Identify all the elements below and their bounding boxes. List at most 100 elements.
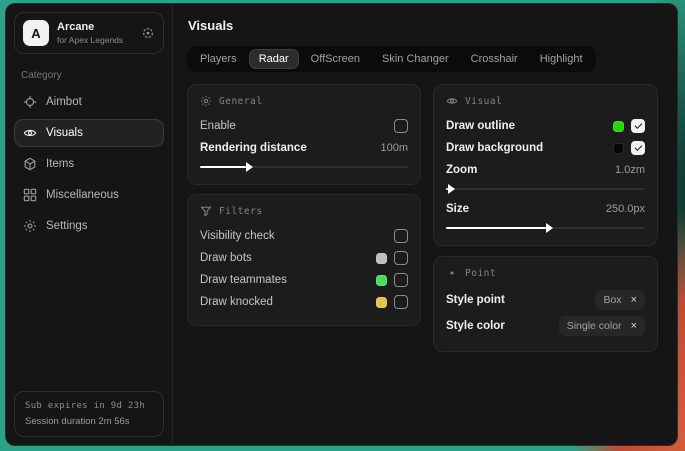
sidebar-item-label: Settings (46, 220, 88, 232)
draw-teammates-color-swatch[interactable] (376, 275, 387, 286)
size-label: Size (446, 203, 469, 215)
rendering-distance-slider[interactable] (200, 162, 408, 172)
sidebar: A Arcane for Apex Legends Category Aimbo… (6, 4, 173, 445)
draw-background-color-swatch[interactable] (613, 143, 624, 154)
app-window: A Arcane for Apex Legends Category Aimbo… (5, 3, 678, 446)
close-icon[interactable]: × (631, 295, 637, 306)
visual-section-title: Visual (465, 96, 502, 107)
filters-card: Filters Visibility check Draw bots (187, 194, 421, 326)
slider-fill-and-thumb[interactable] (446, 227, 546, 229)
rendering-distance-value: 100m (380, 142, 408, 154)
draw-outline-color-swatch[interactable] (613, 121, 624, 132)
draw-background-checkbox[interactable] (631, 141, 645, 155)
draw-bots-label: Draw bots (200, 252, 252, 264)
visibility-check-label: Visibility check (200, 230, 275, 242)
crosshair-icon (23, 95, 37, 109)
draw-bots-color-swatch[interactable] (376, 253, 387, 264)
draw-knocked-color-swatch[interactable] (376, 297, 387, 308)
main-panel: Visuals Players Radar OffScreen Skin Cha… (173, 4, 677, 445)
draw-bots-checkbox[interactable] (394, 251, 408, 265)
style-point-row: Style point Box × (446, 287, 645, 313)
eye-icon (23, 126, 37, 140)
point-icon (446, 267, 458, 279)
tab-players[interactable]: Players (190, 49, 247, 69)
visual-card-header: Visual (446, 95, 645, 107)
target-icon[interactable] (141, 26, 155, 40)
draw-outline-row: Draw outline (446, 115, 645, 137)
sidebar-header: A Arcane for Apex Legends (14, 12, 164, 54)
app-logo: A (23, 20, 49, 46)
enable-checkbox[interactable] (394, 119, 408, 133)
funnel-icon (200, 205, 212, 217)
visibility-check-row: Visibility check (200, 225, 408, 247)
enable-row: Enable (200, 115, 408, 137)
style-point-label: Style point (446, 294, 505, 306)
filters-section-title: Filters (219, 206, 263, 217)
sidebar-item-label: Aimbot (46, 96, 82, 108)
session-duration-text: Session duration 2m 56s (25, 416, 153, 427)
zoom-value: 1.0zm (615, 164, 645, 176)
sidebar-item-settings[interactable]: Settings (14, 212, 164, 240)
sidebar-item-items[interactable]: Items (14, 150, 164, 178)
size-slider[interactable] (446, 223, 645, 233)
app-subtitle: for Apex Legends (57, 35, 123, 46)
sidebar-item-visuals[interactable]: Visuals (14, 119, 164, 147)
sub-expires-text: Sub expires in 9d 23h (25, 401, 153, 411)
general-section-title: General (219, 96, 263, 107)
style-color-chip-label: Single color (567, 320, 622, 332)
zoom-row: Zoom 1.0zm (446, 159, 645, 181)
box-icon (23, 157, 37, 171)
tab-offscreen[interactable]: OffScreen (301, 49, 370, 69)
sidebar-item-label: Miscellaneous (46, 189, 119, 201)
style-point-chip-label: Box (603, 294, 621, 306)
sidebar-item-aimbot[interactable]: Aimbot (14, 88, 164, 116)
tab-skin-changer[interactable]: Skin Changer (372, 49, 459, 69)
draw-teammates-checkbox[interactable] (394, 273, 408, 287)
point-section-title: Point (465, 268, 496, 279)
draw-knocked-checkbox[interactable] (394, 295, 408, 309)
draw-background-row: Draw background (446, 137, 645, 159)
style-color-label: Style color (446, 320, 505, 332)
slider-track (446, 188, 645, 190)
size-value: 250.0px (606, 203, 645, 215)
draw-knocked-label: Draw knocked (200, 296, 273, 308)
style-color-row: Style color Single color × (446, 313, 645, 339)
style-color-chip[interactable]: Single color × (559, 316, 645, 336)
draw-background-label: Draw background (446, 142, 543, 154)
grid-icon (23, 188, 37, 202)
gear-icon (23, 219, 37, 233)
enable-label: Enable (200, 120, 236, 132)
general-card: General Enable Rendering distance 100m (187, 84, 421, 185)
draw-outline-checkbox[interactable] (631, 119, 645, 133)
zoom-slider[interactable] (446, 184, 645, 194)
app-title-block: Arcane for Apex Legends (57, 20, 123, 45)
radar-settings-content: General Enable Rendering distance 100m (187, 84, 677, 352)
sidebar-item-miscellaneous[interactable]: Miscellaneous (14, 181, 164, 209)
gear-icon (200, 95, 212, 107)
visibility-check-checkbox[interactable] (394, 229, 408, 243)
tab-crosshair[interactable]: Crosshair (461, 49, 528, 69)
draw-bots-row: Draw bots (200, 247, 408, 269)
tab-radar[interactable]: Radar (249, 49, 299, 69)
point-card-header: Point (446, 267, 645, 279)
draw-outline-label: Draw outline (446, 120, 515, 132)
style-point-chip[interactable]: Box × (595, 290, 645, 310)
app-name: Arcane (57, 20, 123, 34)
tab-highlight[interactable]: Highlight (530, 49, 593, 69)
rendering-distance-label: Rendering distance (200, 142, 307, 154)
slider-fill-and-thumb[interactable] (200, 166, 246, 168)
size-row: Size 250.0px (446, 198, 645, 220)
draw-knocked-row: Draw knocked (200, 291, 408, 313)
general-card-header: General (200, 95, 408, 107)
zoom-label: Zoom (446, 164, 477, 176)
draw-teammates-row: Draw teammates (200, 269, 408, 291)
visuals-tabstrip: Players Radar OffScreen Skin Changer Cro… (187, 46, 596, 72)
point-card: Point Style point Box × Style color (433, 256, 658, 352)
filters-card-header: Filters (200, 205, 408, 217)
visual-card: Visual Draw outline Draw background (433, 84, 658, 246)
close-icon[interactable]: × (631, 321, 637, 332)
slider-fill-and-thumb[interactable] (446, 188, 448, 190)
rendering-distance-row: Rendering distance 100m (200, 137, 408, 159)
subscription-info: Sub expires in 9d 23h Session duration 2… (14, 391, 164, 437)
category-label: Category (21, 70, 157, 81)
